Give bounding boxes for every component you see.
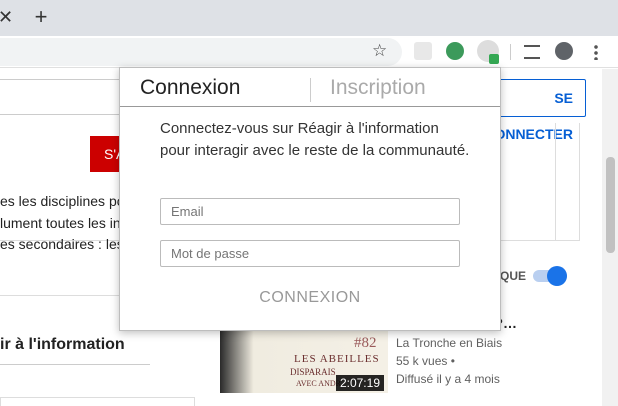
thumb-text-2: DISPARAIS [290,367,336,377]
chrome-menu-icon[interactable] [594,44,598,60]
tab-inscription[interactable]: Inscription [330,76,426,100]
close-tab-icon[interactable]: ✕ [0,6,13,28]
autoplay-toggle[interactable] [533,266,567,286]
video-aired: Diffusé il y a 4 mois [396,372,500,386]
popup-divider [120,106,500,107]
body-line-3: es secondaires : les [0,236,124,252]
body-line-2: lument toutes les in [0,215,121,231]
thumb-number: #82 [354,335,377,351]
video-duration: 2:07:19 [335,375,384,391]
body-line-1: es les disciplines po [0,193,125,209]
thumb-text-3: AVEC ANDR [296,379,341,388]
browser-toolbar: ☆ [0,36,618,68]
video-thumbnail[interactable]: #82 LES ABEILLES DISPARAIS AVEC ANDR 2:0… [220,331,388,393]
page-scrollbar[interactable] [602,69,618,406]
profile-avatar-icon[interactable] [555,42,573,60]
video-channel[interactable]: La Tronche en Biais [396,336,502,350]
bottom-card [0,397,195,406]
toggle-knob [547,266,567,286]
password-field[interactable] [160,240,460,267]
address-bar[interactable] [0,38,402,66]
toolbar-divider [510,44,511,60]
extension-badge [489,54,499,64]
channel-heading[interactable]: ir à l'information [0,336,125,354]
tab-strip: ✕ + [0,0,618,36]
email-field[interactable] [160,198,460,225]
extension-popup: Connexion Inscription Connectez-vous sur… [119,67,501,331]
connexion-button[interactable]: CONNEXION [220,289,400,307]
thumb-text-1: LES ABEILLES [294,353,380,365]
bookmark-star-icon[interactable]: ☆ [372,41,387,61]
media-controls-icon[interactable] [524,45,540,59]
login-message: Connectez-vous sur Réagir à l'informatio… [160,120,470,159]
extension-puzzle-icon[interactable] [414,42,432,60]
heading-underline [0,364,150,365]
video-views: 55 k vues • [396,354,455,368]
autoplay-label: QUE [500,269,527,283]
tab-separator [310,78,311,102]
inner-card [555,123,580,241]
new-tab-button[interactable]: + [30,6,52,28]
extension-globe-icon[interactable] [446,42,464,60]
scrollbar-thumb[interactable] [606,157,615,253]
tab-connexion[interactable]: Connexion [140,76,240,100]
